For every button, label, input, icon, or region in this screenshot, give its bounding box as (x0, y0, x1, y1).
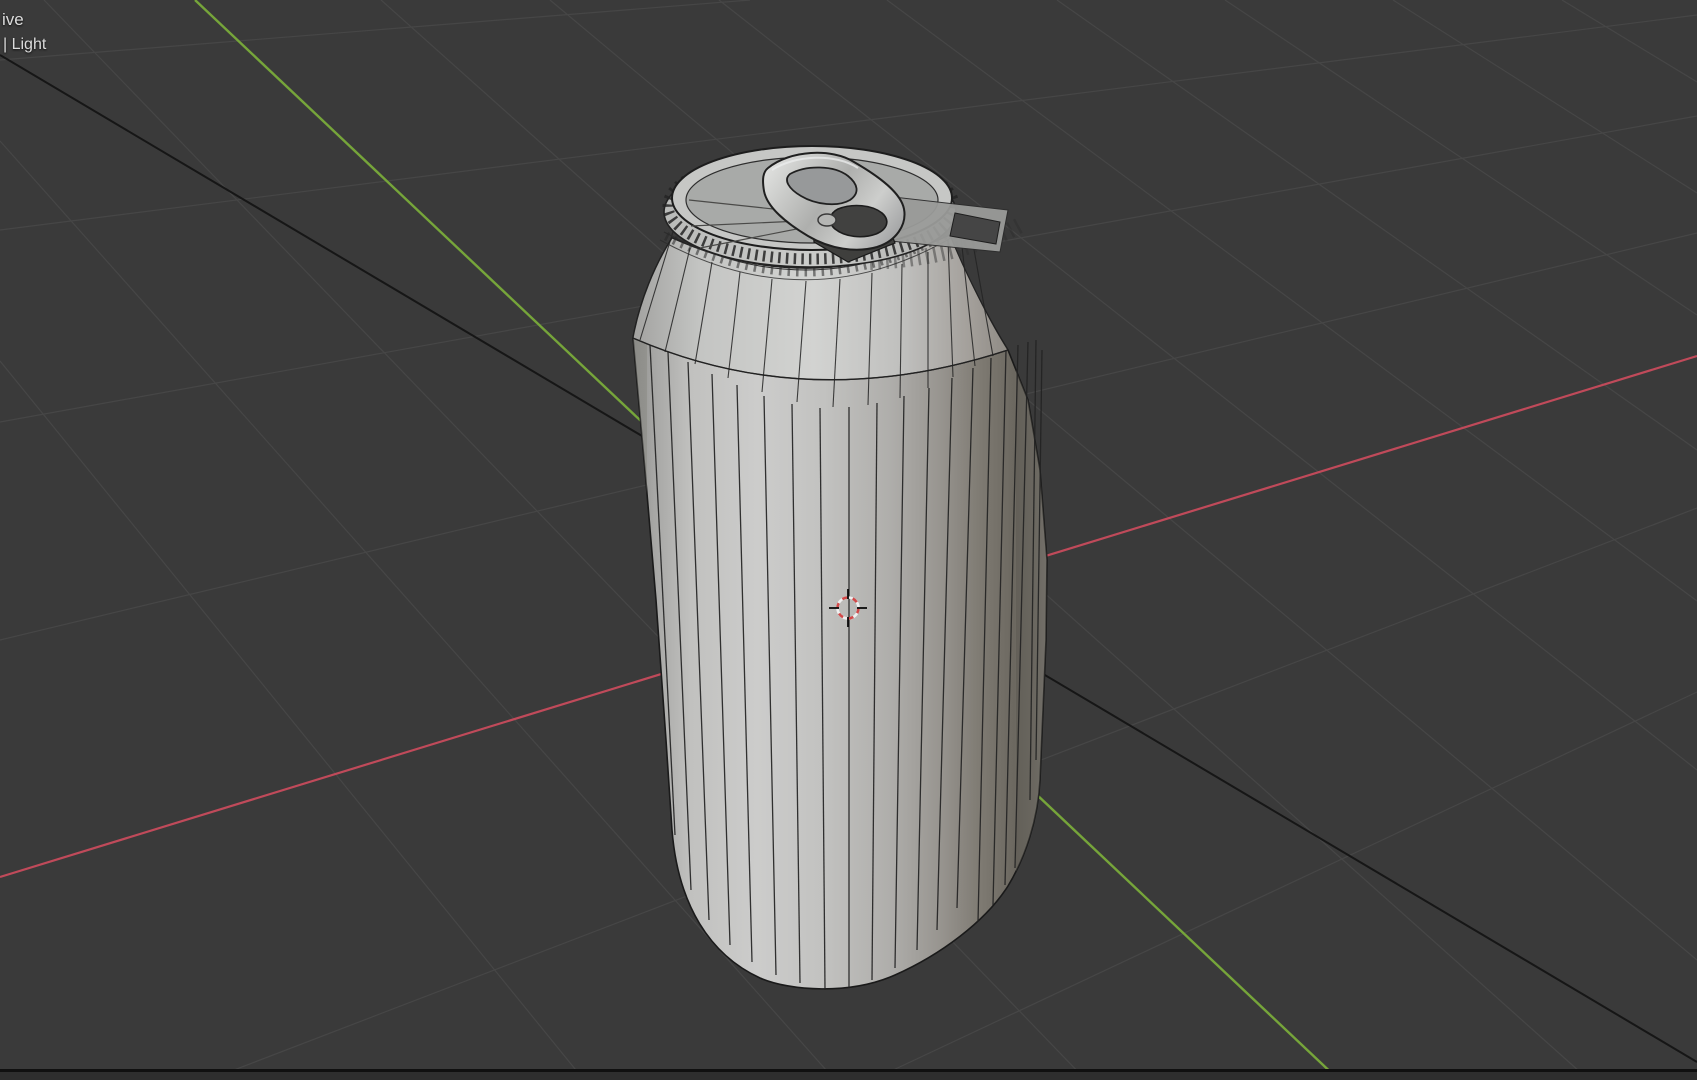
3d-viewport[interactable]: ive | Light (0, 0, 1697, 1080)
statusbar-strip[interactable] (0, 1072, 1697, 1080)
viewport-canvas[interactable] (0, 0, 1697, 1080)
pull-tab-rivet (817, 213, 837, 227)
statusbar-divider (0, 1069, 1697, 1072)
pull-tab-nose-hole (829, 204, 888, 238)
